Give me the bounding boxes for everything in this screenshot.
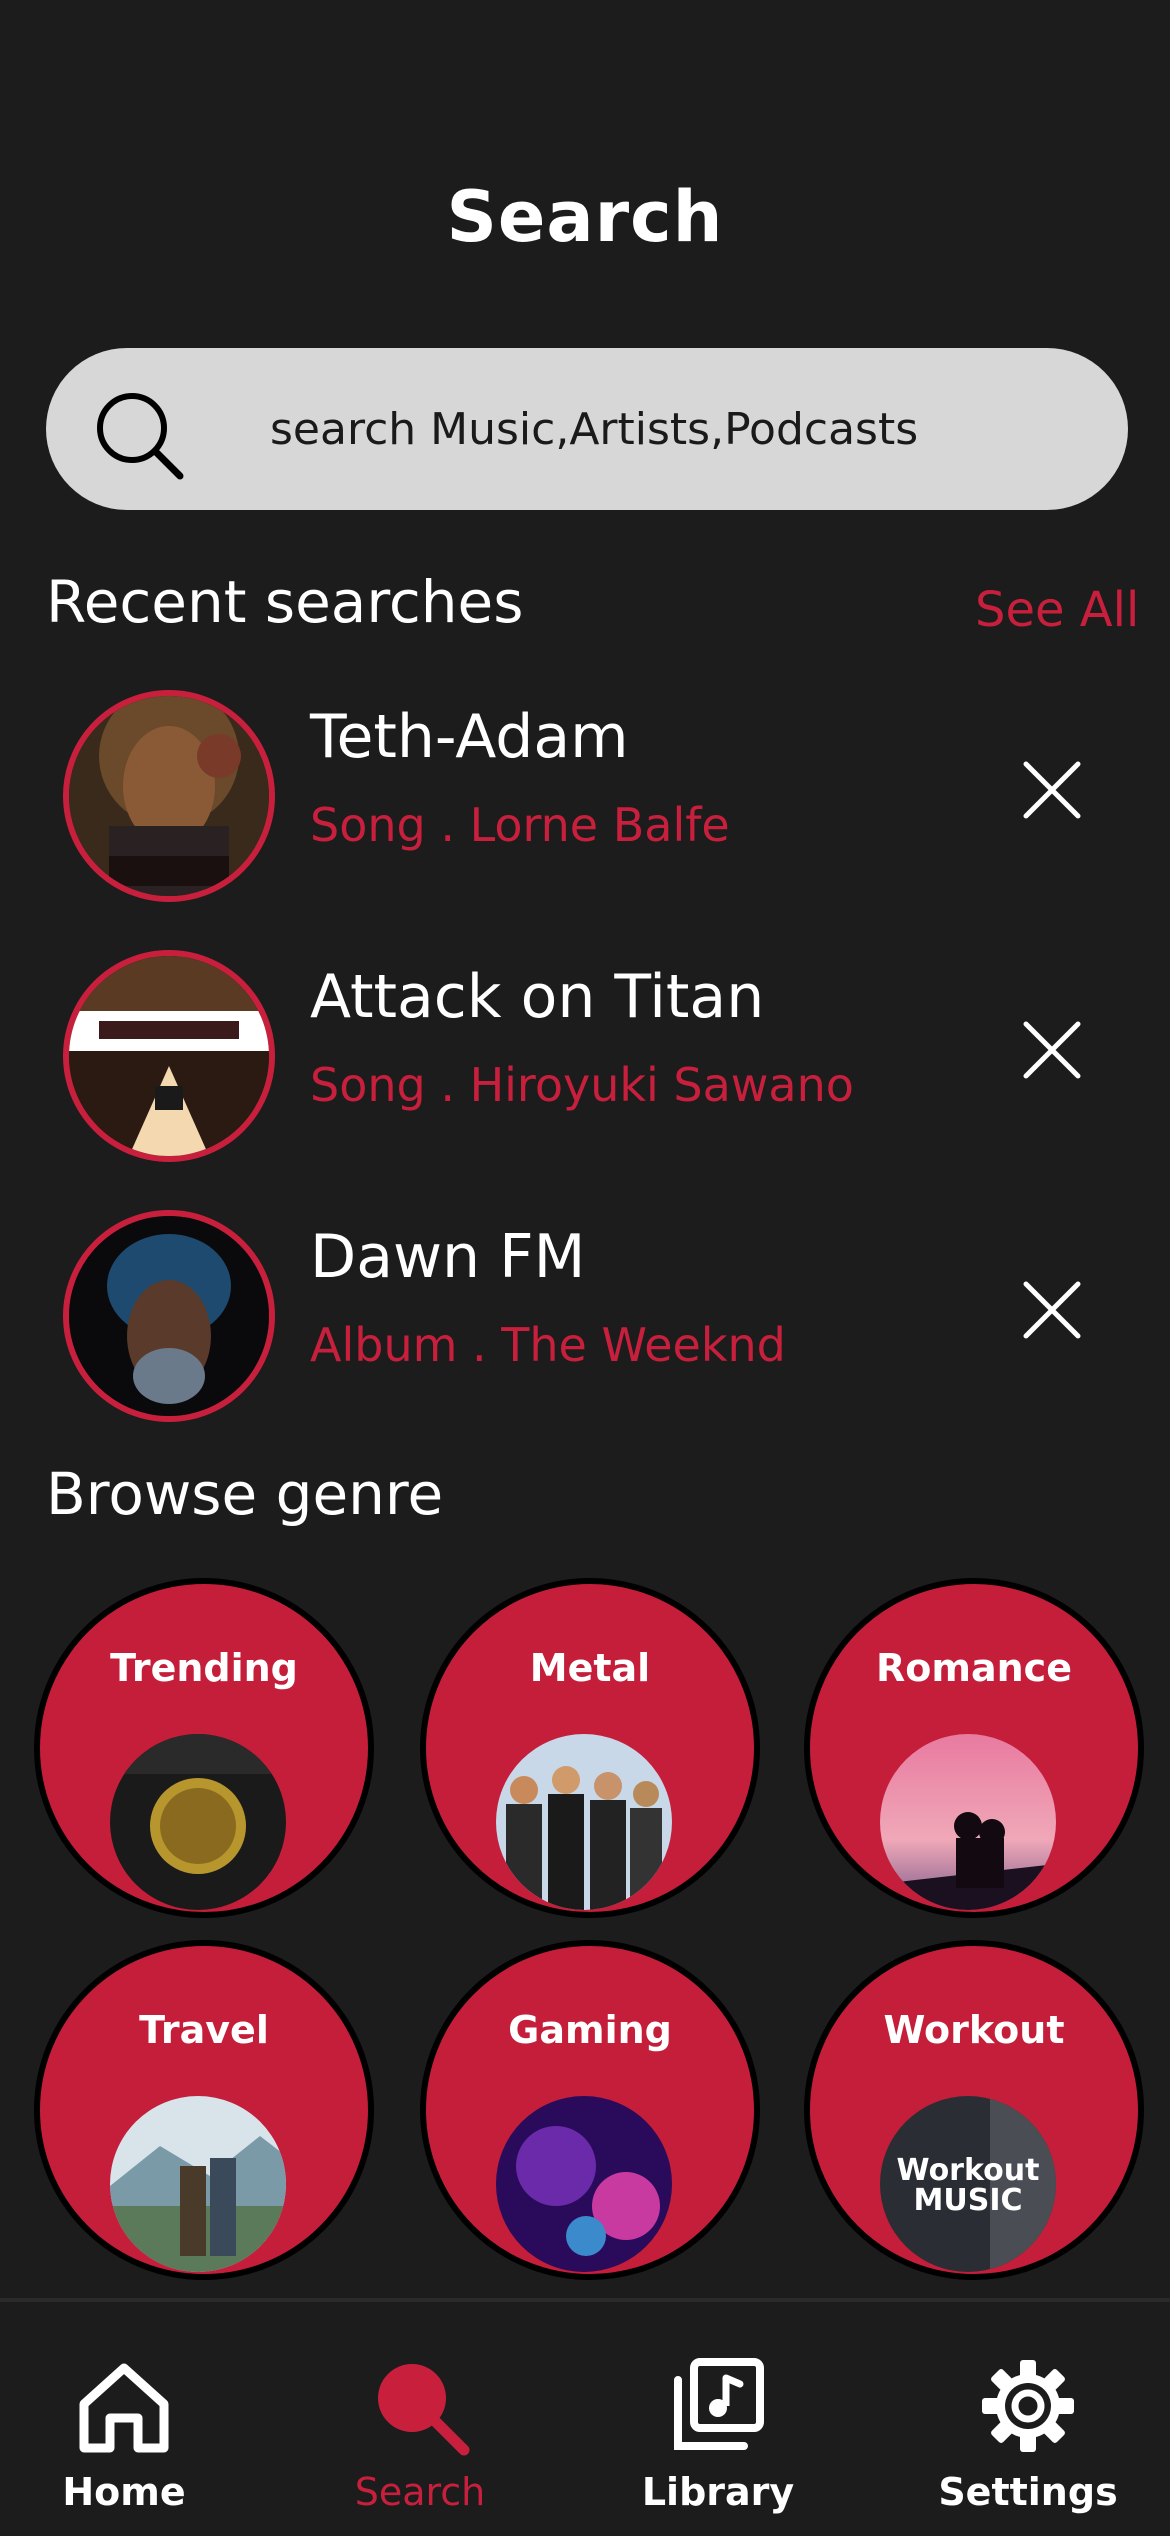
nav-label: Library xyxy=(641,2470,795,2514)
recent-item-title: Attack on Titan xyxy=(310,962,765,1032)
genre-label: Travel xyxy=(139,2008,269,2052)
genre-trending[interactable]: Trending xyxy=(34,1578,374,1918)
genre-label: Trending xyxy=(110,1646,298,1690)
genre-thumb-gaming xyxy=(496,2096,672,2272)
genre-travel[interactable]: Travel xyxy=(34,1940,374,2280)
search-input[interactable] xyxy=(270,348,1090,510)
genre-label: Workout xyxy=(883,2008,1065,2052)
see-all-link[interactable]: See All xyxy=(975,582,1139,638)
recent-item[interactable]: Teth-Adam Song . Lorne Balfe xyxy=(0,690,1170,920)
nav-label: Search xyxy=(354,2470,486,2514)
genre-label: Romance xyxy=(876,1646,1072,1690)
genre-metal[interactable]: Metal xyxy=(420,1578,760,1918)
search-icon xyxy=(378,2364,470,2456)
nav-library[interactable]: Library xyxy=(608,2302,828,2536)
recent-item-subtitle: Album . The Weeknd xyxy=(310,1318,786,1372)
search-icon xyxy=(97,393,184,480)
album-art-dawn-fm xyxy=(63,1210,275,1422)
nav-settings[interactable]: Settings xyxy=(918,2302,1138,2536)
genre-thumb-workout: Workout MUSIC xyxy=(880,2096,1056,2272)
recent-item-subtitle: Song . Hiroyuki Sawano xyxy=(310,1058,854,1112)
genre-label: Metal xyxy=(529,1646,651,1690)
close-icon[interactable] xyxy=(1012,750,1092,830)
album-art-teth-adam xyxy=(63,690,275,902)
page-title: Search xyxy=(446,176,724,258)
close-icon[interactable] xyxy=(1012,1270,1092,1350)
home-icon xyxy=(79,2363,169,2453)
recent-searches-title: Recent searches xyxy=(46,568,524,636)
nav-search[interactable]: Search xyxy=(310,2302,530,2536)
gear-icon xyxy=(982,2360,1074,2452)
genre-thumb-metal xyxy=(496,1734,672,1910)
nav-label: Settings xyxy=(938,2470,1118,2514)
genre-thumb-romance xyxy=(880,1734,1056,1910)
close-icon[interactable] xyxy=(1012,1010,1092,1090)
genre-romance[interactable]: Romance xyxy=(804,1578,1144,1918)
genre-gaming[interactable]: Gaming xyxy=(420,1940,760,2280)
bottom-nav: Home Search Library Settings xyxy=(0,2298,1170,2536)
genre-thumb-trending xyxy=(110,1734,286,1910)
workout-thumb-text: MUSIC xyxy=(914,2183,1023,2218)
recent-item-subtitle: Song . Lorne Balfe xyxy=(310,798,730,852)
library-icon xyxy=(674,2358,764,2450)
nav-label: Home xyxy=(62,2470,186,2514)
genre-workout[interactable]: Workout Workout MUSIC xyxy=(804,1940,1144,2280)
genre-label: Gaming xyxy=(508,2008,672,2052)
nav-home[interactable]: Home xyxy=(14,2302,234,2536)
recent-item-title: Teth-Adam xyxy=(310,702,629,772)
recent-item-title: Dawn FM xyxy=(310,1222,586,1292)
recent-item[interactable]: Dawn FM Album . The Weeknd xyxy=(0,1210,1170,1440)
recent-item[interactable]: Attack on Titan Song . Hiroyuki Sawano xyxy=(0,950,1170,1180)
genre-thumb-travel xyxy=(110,2096,286,2272)
browse-genre-title: Browse genre xyxy=(46,1460,444,1528)
album-art-attack-on-titan xyxy=(63,950,275,1162)
